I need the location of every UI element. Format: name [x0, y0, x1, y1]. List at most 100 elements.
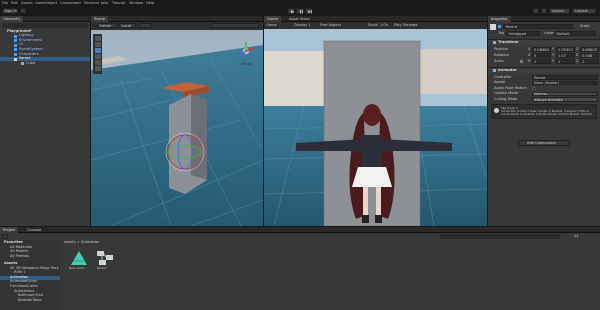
search-icon[interactable] — [541, 8, 547, 14]
animator-info-box: Clip Count: 0 Curves Pos: 0 Quat: 0 Eule… — [491, 104, 597, 119]
hierarchy-item-label: Cube — [26, 60, 36, 65]
grid-snap-button[interactable] — [139, 23, 151, 29]
scale-value[interactable]: 1.0x — [380, 23, 388, 28]
history-icon[interactable] — [533, 8, 539, 14]
favorite-item[interactable]: All Prefabs — [10, 254, 29, 259]
field-value: 4.69805 — [582, 47, 597, 52]
aspect-dropdown[interactable]: Free Aspect — [320, 23, 341, 28]
tab-console[interactable]: Console — [24, 227, 44, 233]
folder-item[interactable]: BedsideTable — [18, 298, 42, 303]
transform-row-position: Position X 0.08480 Y 1.95352 Z 4.69805 — [488, 47, 600, 53]
rotation-y-field[interactable]: 1.07 — [556, 53, 575, 58]
layout-label: Layout — [575, 9, 588, 14]
pause-button[interactable] — [296, 8, 304, 14]
menu-tutorial[interactable]: Tutorial — [112, 1, 125, 6]
add-component-button[interactable]: Add Component — [518, 140, 570, 146]
cloud-icon[interactable] — [20, 8, 26, 14]
object-name-field[interactable]: Parent — [503, 24, 573, 29]
animator-header[interactable]: Animator — [488, 67, 600, 73]
scale-tool-icon[interactable] — [94, 53, 101, 59]
gameobject-icon — [14, 39, 17, 43]
menu-file[interactable]: File — [2, 1, 8, 6]
scale-z-field[interactable]: 1 — [580, 59, 599, 64]
controller-field[interactable]: Parent — [532, 75, 598, 80]
rotate-tool-icon[interactable] — [94, 47, 101, 53]
menu-edit[interactable]: Edit — [11, 1, 18, 6]
layers-dropdown[interactable]: Layers — [549, 8, 570, 14]
menu-bar: File Edit Assets GameObject Component Se… — [0, 0, 600, 7]
update-mode-dropdown[interactable]: Normal — [532, 91, 598, 97]
animator-row-update-mode: Update Mode Normal — [488, 91, 600, 97]
asset-tile[interactable]: Parent — [95, 250, 115, 274]
animator-row-label: Avatar — [494, 80, 506, 85]
pivot-local-dropdown[interactable]: Local — [119, 23, 136, 29]
scene-toolbar: Center Local — [91, 22, 263, 30]
position-z-field[interactable]: 4.69805 — [580, 47, 599, 52]
tab-hierarchy[interactable]: Hierarchy — [0, 16, 24, 22]
root-motion-checkbox[interactable] — [532, 86, 536, 90]
add-asset-button[interactable] — [2, 234, 8, 239]
menu-help[interactable]: Help — [146, 1, 154, 6]
scale-y-field[interactable]: 1 — [556, 59, 575, 64]
project-search-input[interactable] — [440, 234, 560, 239]
animator-row-label: Culling Mode — [494, 96, 518, 101]
hand-tool-icon[interactable] — [94, 35, 101, 41]
menu-gameobject[interactable]: GameObject — [35, 1, 57, 6]
hierarchy-search-input[interactable] — [2, 23, 88, 28]
menu-component[interactable]: Component — [60, 1, 81, 6]
persp-label[interactable]: < Persp — [238, 62, 252, 67]
culling-mode-dropdown[interactable]: Always Animate — [532, 97, 598, 102]
play-focused-dropdown[interactable]: Play Focused — [394, 23, 417, 28]
game-viewport[interactable] — [264, 29, 487, 226]
animator-icon — [493, 69, 496, 73]
orientation-gizmo-icon[interactable] — [235, 40, 257, 62]
position-y-field[interactable]: 1.95352 — [556, 47, 575, 52]
transform-header[interactable]: Transform — [488, 39, 600, 45]
layout-dropdown[interactable]: Layout — [572, 8, 596, 14]
tab-inspector[interactable]: Inspector — [488, 16, 511, 22]
move-tool-icon[interactable] — [94, 41, 101, 47]
transform-tool-icon[interactable] — [94, 65, 101, 71]
scale-link-icon[interactable] — [520, 60, 523, 63]
scene-view-options[interactable] — [211, 23, 259, 29]
static-toggle[interactable]: Static — [580, 24, 590, 29]
menu-assets[interactable]: Assets — [21, 1, 33, 6]
axis-x-label: X — [528, 46, 531, 51]
breadcrumb[interactable]: Assets > Animation — [64, 240, 99, 245]
gameobject-icon — [14, 53, 17, 56]
animator-title: Animator — [498, 68, 517, 73]
rotation-x-field[interactable]: 0 — [532, 53, 551, 58]
active-checkbox[interactable] — [498, 25, 501, 28]
pivot-center-dropdown[interactable]: Center — [97, 23, 117, 29]
layer-dropdown[interactable]: Default — [554, 31, 596, 36]
avatar-field[interactable]: None (Avatar) — [532, 80, 598, 86]
scale-x-field[interactable]: 1 — [532, 59, 551, 64]
tag-label: Tag — [498, 31, 505, 35]
menu-window[interactable]: Window — [129, 1, 143, 6]
menu-services[interactable]: Services — [84, 1, 99, 6]
account-button[interactable]: Sign in — [2, 8, 18, 14]
field-value: 1 — [558, 59, 561, 64]
step-button[interactable] — [305, 8, 313, 14]
play-button[interactable] — [287, 8, 295, 14]
field-value: 0 — [534, 53, 537, 58]
asset-name: Parent — [97, 266, 107, 270]
asset-tile[interactable]: New Anim... — [69, 250, 89, 274]
scene-viewport[interactable]: < Persp — [91, 30, 263, 226]
rect-tool-icon[interactable] — [94, 59, 101, 65]
play-icon — [290, 10, 294, 14]
pivot-local-label: Local — [121, 23, 131, 28]
tab-project[interactable]: Project — [0, 227, 19, 233]
axis-y-label: Y — [552, 52, 555, 57]
menu-jobs[interactable]: Jobs — [101, 1, 108, 6]
game-mode-dropdown[interactable]: Game — [266, 23, 277, 28]
rotation-z-field[interactable]: 0.048 — [580, 53, 599, 58]
tag-dropdown[interactable]: Untagged — [506, 31, 540, 36]
position-x-field[interactable]: 0.08480 — [532, 47, 551, 52]
game-panel: Game Asset Store Game Display 1 Free Asp… — [264, 16, 487, 226]
layers-label: Layers — [552, 9, 564, 14]
transform-row-label: Scale — [494, 58, 504, 63]
display-dropdown[interactable]: Display 1 — [294, 23, 311, 28]
game-render — [264, 29, 487, 226]
hierarchy-item-cube[interactable]: Cube — [0, 61, 90, 66]
